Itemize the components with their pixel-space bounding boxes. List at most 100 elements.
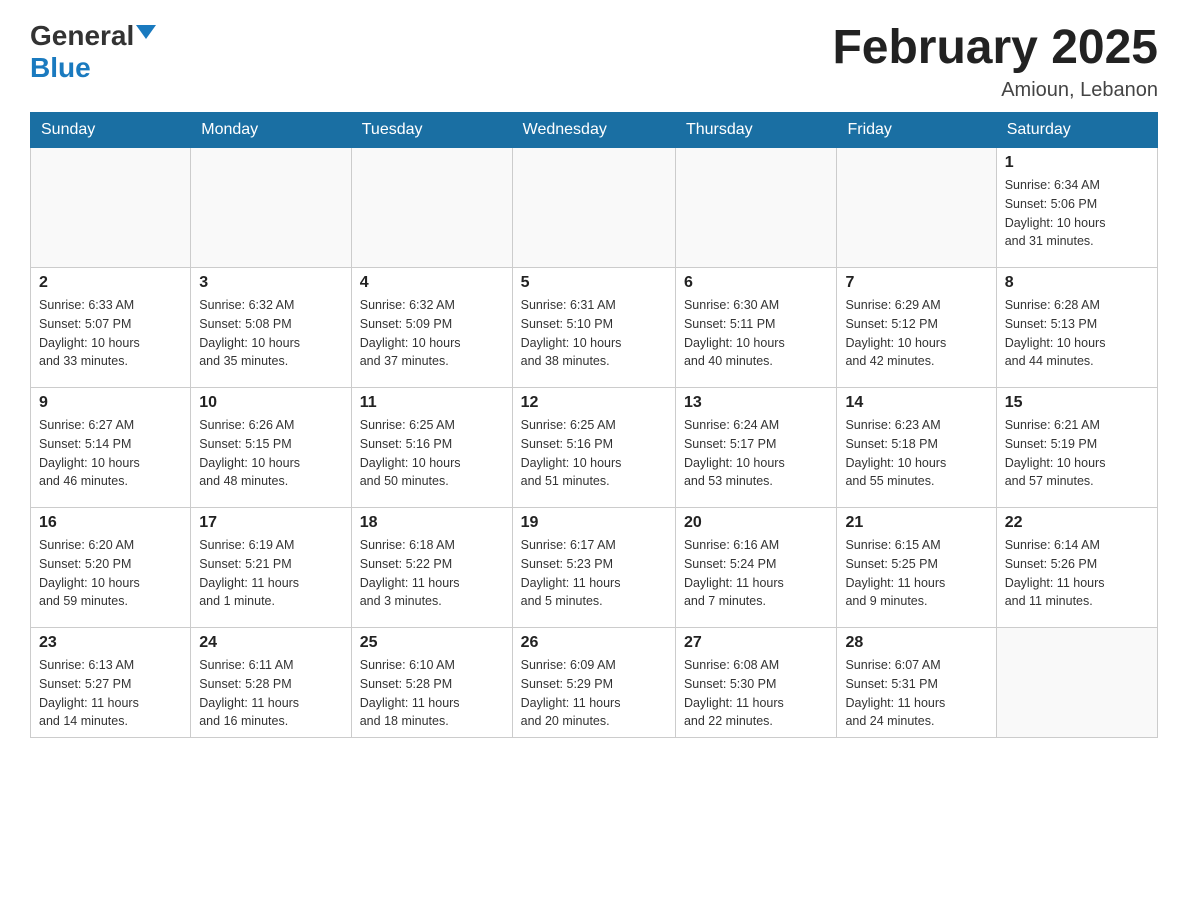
calendar-cell xyxy=(191,148,352,268)
day-number: 17 xyxy=(199,514,343,532)
weekday-header: Saturday xyxy=(996,113,1157,148)
calendar-week-row: 2 Sunrise: 6:33 AM Sunset: 5:07 PM Daylig… xyxy=(31,268,1158,388)
month-title: February 2025 xyxy=(832,20,1158,75)
weekday-header: Sunday xyxy=(31,113,191,148)
day-info: Sunrise: 6:17 AM Sunset: 5:23 PM Dayligh… xyxy=(521,536,667,611)
calendar-cell: 1 Sunrise: 6:34 AM Sunset: 5:06 PM Daylig… xyxy=(996,148,1157,268)
calendar-cell: 16 Sunrise: 6:20 AM Sunset: 5:20 PM Dayli… xyxy=(31,508,191,628)
logo-triangle-icon xyxy=(136,25,156,39)
day-number: 26 xyxy=(521,634,667,652)
logo: General Blue xyxy=(30,20,156,84)
logo-blue-text: Blue xyxy=(30,52,91,84)
day-number: 2 xyxy=(39,274,182,292)
calendar-cell: 28 Sunrise: 6:07 AM Sunset: 5:31 PM Dayli… xyxy=(837,628,996,738)
day-info: Sunrise: 6:16 AM Sunset: 5:24 PM Dayligh… xyxy=(684,536,829,611)
day-info: Sunrise: 6:21 AM Sunset: 5:19 PM Dayligh… xyxy=(1005,416,1149,491)
calendar-cell xyxy=(31,148,191,268)
calendar-cell: 8Sunrise: 6:28 AM Sunset: 5:13 PM Daylig… xyxy=(996,268,1157,388)
calendar-cell: 25Sunrise: 6:10 AM Sunset: 5:28 PM Dayli… xyxy=(351,628,512,738)
day-info: Sunrise: 6:18 AM Sunset: 5:22 PM Dayligh… xyxy=(360,536,504,611)
day-info: Sunrise: 6:32 AM Sunset: 5:09 PM Dayligh… xyxy=(360,296,504,371)
day-number: 18 xyxy=(360,514,504,532)
day-info: Sunrise: 6:34 AM Sunset: 5:06 PM Dayligh… xyxy=(1005,176,1149,251)
header-row: SundayMondayTuesdayWednesdayThursdayFrid… xyxy=(31,113,1158,148)
day-number: 6 xyxy=(684,274,829,292)
day-number: 13 xyxy=(684,394,829,412)
calendar-cell: 5Sunrise: 6:31 AM Sunset: 5:10 PM Daylig… xyxy=(512,268,675,388)
calendar-week-row: 16 Sunrise: 6:20 AM Sunset: 5:20 PM Dayli… xyxy=(31,508,1158,628)
weekday-header: Monday xyxy=(191,113,352,148)
day-number: 28 xyxy=(845,634,987,652)
weekday-header: Wednesday xyxy=(512,113,675,148)
day-info: Sunrise: 6:24 AM Sunset: 5:17 PM Dayligh… xyxy=(684,416,829,491)
day-info: Sunrise: 6:07 AM Sunset: 5:31 PM Dayligh… xyxy=(845,656,987,731)
day-number: 3 xyxy=(199,274,343,292)
day-info: Sunrise: 6:30 AM Sunset: 5:11 PM Dayligh… xyxy=(684,296,829,371)
day-info: Sunrise: 6:25 AM Sunset: 5:16 PM Dayligh… xyxy=(360,416,504,491)
location: Amioun, Lebanon xyxy=(832,79,1158,102)
calendar-cell: 17 Sunrise: 6:19 AM Sunset: 5:21 PM Dayli… xyxy=(191,508,352,628)
day-info: Sunrise: 6:27 AM Sunset: 5:14 PM Dayligh… xyxy=(39,416,182,491)
day-number: 23 xyxy=(39,634,182,652)
day-info: Sunrise: 6:11 AM Sunset: 5:28 PM Dayligh… xyxy=(199,656,343,731)
calendar-cell xyxy=(837,148,996,268)
day-number: 27 xyxy=(684,634,829,652)
day-info: Sunrise: 6:25 AM Sunset: 5:16 PM Dayligh… xyxy=(521,416,667,491)
calendar-cell: 22 Sunrise: 6:14 AM Sunset: 5:26 PM Dayli… xyxy=(996,508,1157,628)
calendar-week-row: 23 Sunrise: 6:13 AM Sunset: 5:27 PM Dayli… xyxy=(31,628,1158,738)
title-section: February 2025 Amioun, Lebanon xyxy=(832,20,1158,102)
day-number: 1 xyxy=(1005,154,1149,172)
day-info: Sunrise: 6:14 AM Sunset: 5:26 PM Dayligh… xyxy=(1005,536,1149,611)
calendar-cell: 7 Sunrise: 6:29 AM Sunset: 5:12 PM Daylig… xyxy=(837,268,996,388)
calendar-cell: 27 Sunrise: 6:08 AM Sunset: 5:30 PM Dayli… xyxy=(675,628,837,738)
day-number: 11 xyxy=(360,394,504,412)
day-number: 24 xyxy=(199,634,343,652)
day-number: 15 xyxy=(1005,394,1149,412)
page-header: General Blue February 2025 Amioun, Leban… xyxy=(30,20,1158,102)
day-info: Sunrise: 6:33 AM Sunset: 5:07 PM Dayligh… xyxy=(39,296,182,371)
calendar-cell: 18 Sunrise: 6:18 AM Sunset: 5:22 PM Dayli… xyxy=(351,508,512,628)
day-info: Sunrise: 6:28 AM Sunset: 5:13 PM Dayligh… xyxy=(1005,296,1149,371)
weekday-header: Thursday xyxy=(675,113,837,148)
calendar-week-row: 9 Sunrise: 6:27 AM Sunset: 5:14 PM Daylig… xyxy=(31,388,1158,508)
calendar-cell xyxy=(512,148,675,268)
day-info: Sunrise: 6:09 AM Sunset: 5:29 PM Dayligh… xyxy=(521,656,667,731)
day-info: Sunrise: 6:20 AM Sunset: 5:20 PM Dayligh… xyxy=(39,536,182,611)
day-number: 22 xyxy=(1005,514,1149,532)
day-info: Sunrise: 6:19 AM Sunset: 5:21 PM Dayligh… xyxy=(199,536,343,611)
calendar-cell: 6 Sunrise: 6:30 AM Sunset: 5:11 PM Daylig… xyxy=(675,268,837,388)
calendar-cell xyxy=(996,628,1157,738)
logo-general-text: General xyxy=(30,20,134,52)
calendar-cell: 21Sunrise: 6:15 AM Sunset: 5:25 PM Dayli… xyxy=(837,508,996,628)
day-info: Sunrise: 6:26 AM Sunset: 5:15 PM Dayligh… xyxy=(199,416,343,491)
calendar-cell: 23 Sunrise: 6:13 AM Sunset: 5:27 PM Dayli… xyxy=(31,628,191,738)
calendar-cell: 9 Sunrise: 6:27 AM Sunset: 5:14 PM Daylig… xyxy=(31,388,191,508)
calendar-cell: 14Sunrise: 6:23 AM Sunset: 5:18 PM Dayli… xyxy=(837,388,996,508)
day-number: 9 xyxy=(39,394,182,412)
calendar-cell xyxy=(351,148,512,268)
weekday-header: Tuesday xyxy=(351,113,512,148)
day-number: 16 xyxy=(39,514,182,532)
calendar-cell: 10 Sunrise: 6:26 AM Sunset: 5:15 PM Dayli… xyxy=(191,388,352,508)
calendar-cell: 12 Sunrise: 6:25 AM Sunset: 5:16 PM Dayli… xyxy=(512,388,675,508)
calendar-cell: 24 Sunrise: 6:11 AM Sunset: 5:28 PM Dayli… xyxy=(191,628,352,738)
calendar-cell: 26 Sunrise: 6:09 AM Sunset: 5:29 PM Dayli… xyxy=(512,628,675,738)
calendar-table: SundayMondayTuesdayWednesdayThursdayFrid… xyxy=(30,112,1158,738)
calendar-cell: 2 Sunrise: 6:33 AM Sunset: 5:07 PM Daylig… xyxy=(31,268,191,388)
day-info: Sunrise: 6:13 AM Sunset: 5:27 PM Dayligh… xyxy=(39,656,182,731)
day-number: 10 xyxy=(199,394,343,412)
day-number: 19 xyxy=(521,514,667,532)
day-number: 7 xyxy=(845,274,987,292)
calendar-cell xyxy=(675,148,837,268)
day-number: 20 xyxy=(684,514,829,532)
calendar-week-row: 1 Sunrise: 6:34 AM Sunset: 5:06 PM Daylig… xyxy=(31,148,1158,268)
day-info: Sunrise: 6:08 AM Sunset: 5:30 PM Dayligh… xyxy=(684,656,829,731)
day-info: Sunrise: 6:32 AM Sunset: 5:08 PM Dayligh… xyxy=(199,296,343,371)
day-number: 14 xyxy=(845,394,987,412)
day-info: Sunrise: 6:10 AM Sunset: 5:28 PM Dayligh… xyxy=(360,656,504,731)
day-info: Sunrise: 6:29 AM Sunset: 5:12 PM Dayligh… xyxy=(845,296,987,371)
calendar-header: SundayMondayTuesdayWednesdayThursdayFrid… xyxy=(31,113,1158,148)
day-number: 4 xyxy=(360,274,504,292)
day-number: 5 xyxy=(521,274,667,292)
day-number: 12 xyxy=(521,394,667,412)
